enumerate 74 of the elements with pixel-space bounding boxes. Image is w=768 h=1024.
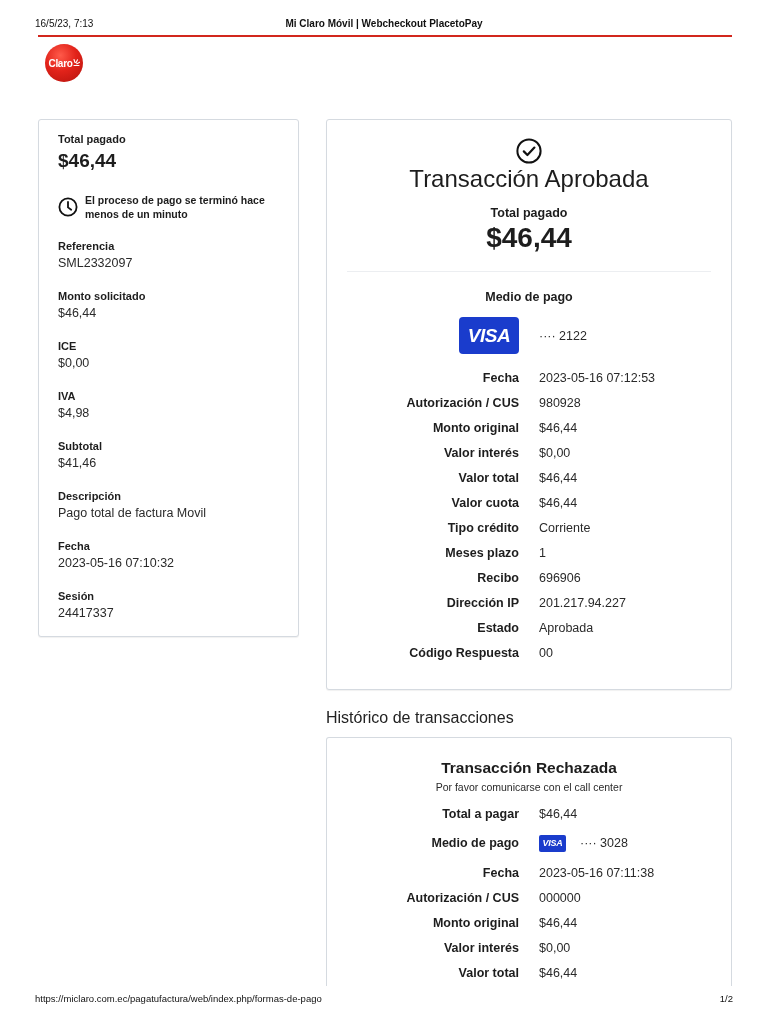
detail-label: Dirección IP [446, 594, 519, 612]
detail-value: $46,44 [539, 469, 578, 487]
transaction-title: Transacción Aprobada [408, 165, 650, 193]
card-number: ···· 3028 [580, 835, 628, 852]
print-date: 16/5/23, 7:13 [35, 18, 94, 29]
detail-value: $46,44 [539, 914, 578, 932]
detail-value: 696906 [539, 569, 581, 587]
notice-text: El proceso de pago se terminó hace menos de un minuto [85, 193, 266, 221]
card-logo: VISA [539, 834, 566, 852]
field-value: SML2332097 [58, 255, 134, 272]
detail-value: $46,44 [539, 494, 578, 512]
detail-label: Monto original [432, 419, 519, 437]
section-heading: Histórico de transacciones [326, 708, 515, 728]
detail-label: Medio de pago [431, 835, 519, 852]
detail-label: Valor cuota [451, 494, 519, 512]
detail-label: Fecha [482, 864, 519, 882]
detail-value: 00 [539, 644, 553, 662]
section-heading: Medio de pago [484, 289, 574, 305]
total-label: Total pagado [489, 205, 569, 221]
detail-value: $0,00 [539, 939, 571, 957]
total-amount: $46,44 [58, 149, 118, 173]
detail-value: Aprobada [539, 619, 594, 637]
field-label: Fecha [58, 539, 91, 554]
total-amount: $46,44 [485, 221, 573, 255]
detail-label: Tipo crédito [447, 519, 519, 537]
field-value: 2023-05-16 07:10:32 [58, 555, 176, 572]
detail-label: Total a pagar [442, 805, 519, 823]
check-circle-icon [516, 138, 542, 164]
field-value: $46,44 [58, 305, 98, 322]
field-label: ICE [58, 339, 78, 354]
card-number: ···· 2122 [539, 327, 587, 345]
field-value: 24417337 [58, 605, 115, 622]
field-value: $0,00 [58, 355, 91, 372]
transaction-message: Por favor comunicarse con el call center [434, 780, 624, 794]
field-value: $4,98 [58, 405, 91, 422]
detail-label: Valor interés [443, 939, 519, 957]
logo: Claro [45, 44, 83, 82]
detail-value: 1 [539, 544, 546, 562]
detail-label: Código Respuesta [409, 644, 519, 662]
field-label: Descripción [58, 489, 122, 504]
detail-label: Estado [477, 619, 519, 637]
detail-value: 000000 [539, 889, 581, 907]
field-value: $41,46 [58, 455, 98, 472]
detail-label: Valor total [458, 469, 519, 487]
detail-label: Valor total [458, 964, 519, 982]
page-url: https://miclaro.com.ec/pagatufactura/web/index.php/formas-de-pago [35, 993, 322, 1005]
field-label: Sesión [58, 589, 96, 604]
detail-value: 2023-05-16 07:12:53 [539, 369, 656, 387]
detail-label: Meses plazo [445, 544, 519, 562]
total-label: Total pagado [58, 132, 127, 147]
detail-value: 201.217.94.227 [539, 594, 626, 612]
field-label: IVA [58, 389, 77, 404]
field-label: Subtotal [58, 439, 103, 454]
card-logo: VISA [459, 317, 519, 354]
page-number: 1/2 [719, 993, 733, 1005]
detail-label: Recibo [477, 569, 519, 587]
detail-label: Autorización / CUS [406, 889, 519, 907]
field-label: Monto solicitado [58, 289, 147, 304]
detail-value: Corriente [539, 519, 591, 537]
clock-icon [58, 197, 78, 217]
detail-label: Monto original [432, 914, 519, 932]
transaction-title: Transacción Rechazada [440, 758, 618, 778]
field-label: Referencia [58, 239, 116, 254]
detail-value: $46,44 [539, 964, 578, 982]
detail-label: Fecha [482, 369, 519, 387]
detail-value: 2023-05-16 07:11:38 [539, 864, 655, 882]
detail-label: Valor interés [443, 444, 519, 462]
detail-value: 980928 [539, 394, 581, 412]
detail-value: $46,44 [539, 805, 578, 823]
detail-value: $46,44 [539, 419, 578, 437]
detail-label: Autorización / CUS [406, 394, 519, 412]
page-title: Mi Claro Móvil | Webcheckout PlacetoPay [285, 18, 483, 29]
field-value: Pago total de factura Movil [58, 505, 207, 522]
detail-value: $0,00 [539, 444, 571, 462]
